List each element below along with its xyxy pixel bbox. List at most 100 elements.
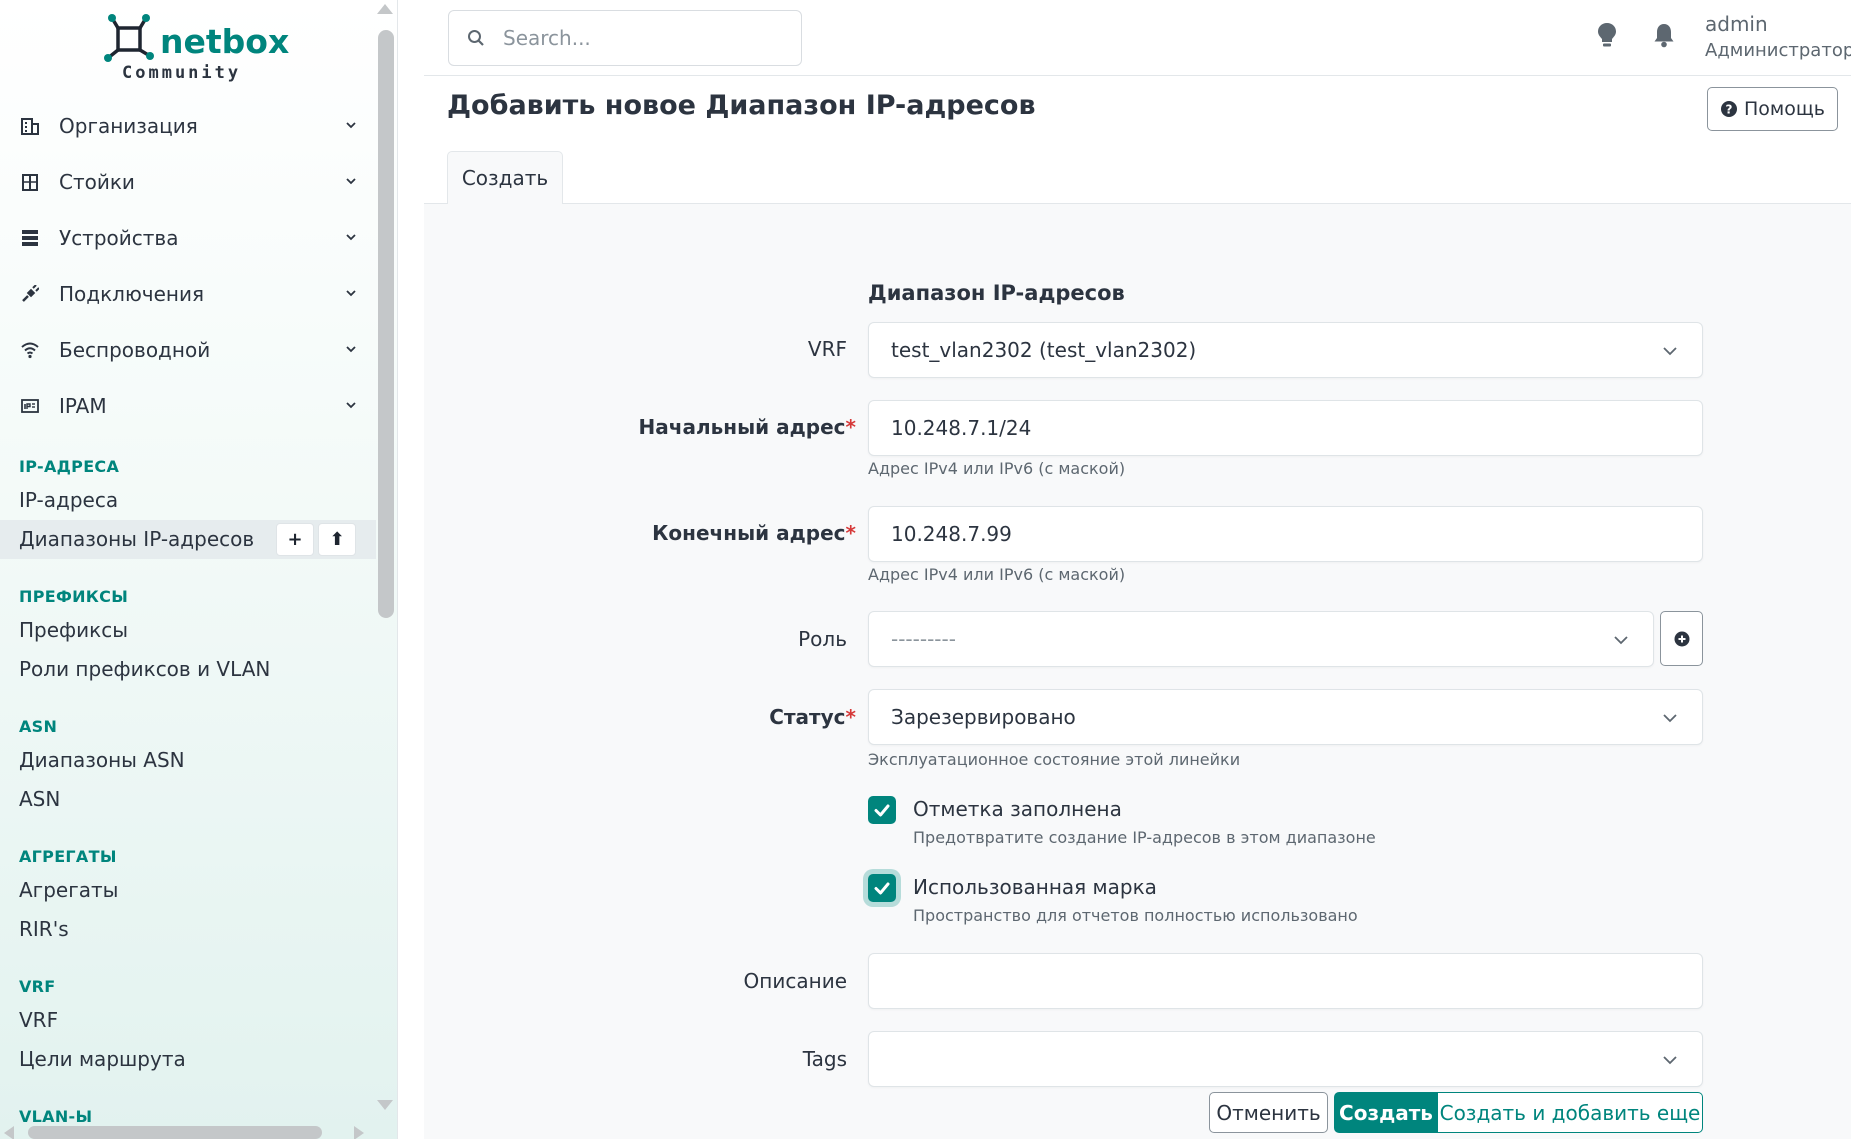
vrf-selected-value: test_vlan2302 (test_vlan2302) (891, 338, 1197, 362)
chevron-down-icon (1663, 1056, 1677, 1065)
wifi-icon (19, 339, 41, 361)
search-input[interactable] (503, 26, 783, 50)
section-title: IP-АДРЕСА (19, 457, 120, 476)
chevron-down-icon (1663, 714, 1677, 723)
menu-item-connections[interactable]: Подключения (0, 266, 376, 322)
required-mark: * (845, 521, 856, 545)
sidebar-link-route-targets[interactable]: Цели маршрута (0, 1040, 376, 1079)
required-mark: * (845, 705, 856, 729)
status-selected-value: Зарезервировано (891, 705, 1076, 729)
menu-item-organization[interactable]: Организация (0, 98, 376, 154)
end-address-input[interactable]: 10.248.7.99 (868, 506, 1703, 562)
checkmark-icon (874, 882, 890, 895)
main-menu: Организация Стойки Устройства Подключени… (0, 98, 376, 434)
status-label: Статус* (769, 705, 856, 729)
sidebar-link-label: Диапазоны IP-адресов (19, 527, 255, 551)
mark-utilized-hint: Пространство для отчетов полностью испол… (913, 906, 1358, 925)
brand-name: netbox (160, 22, 290, 61)
section-vrf: VRF VRF Цели маршрута (0, 973, 376, 1079)
plug-icon (19, 283, 41, 305)
menu-item-label: Организация (59, 114, 198, 138)
end-address-label: Конечный адрес* (652, 521, 856, 545)
menu-item-wireless[interactable]: Беспроводной (0, 322, 376, 378)
role-select[interactable]: --------- (868, 611, 1654, 667)
chevron-down-icon (346, 346, 356, 353)
user-name[interactable]: admin (1705, 12, 1768, 36)
add-ip-range-button[interactable]: + (276, 523, 314, 556)
chevron-down-icon (346, 178, 356, 185)
menu-item-label: Беспроводной (59, 338, 211, 362)
scroll-up-arrow[interactable] (377, 4, 393, 14)
cancel-button[interactable]: Отменить (1209, 1092, 1328, 1133)
tags-select[interactable] (868, 1031, 1703, 1087)
menu-item-label: Стойки (59, 170, 135, 194)
scroll-right-arrow[interactable] (354, 1126, 364, 1139)
end-address-hint: Адрес IPv4 или IPv6 (с маской) (868, 565, 1126, 584)
chevron-down-icon (1614, 636, 1628, 645)
chevron-down-icon (1663, 347, 1677, 356)
brand-edition: Community (122, 63, 242, 83)
section-title: АГРЕГАТЫ (19, 847, 117, 866)
bell-icon[interactable] (1653, 22, 1675, 48)
menu-item-ipam[interactable]: IPAM (0, 378, 376, 434)
checkmark-icon (874, 804, 890, 817)
mark-populated-label[interactable]: Отметка заполнена (913, 797, 1122, 821)
sidebar-link-ip-addresses[interactable]: IP-адреса (0, 481, 376, 520)
section-aggregates: АГРЕГАТЫ Агрегаты RIR's (0, 843, 376, 949)
mark-utilized-label[interactable]: Использованная марка (913, 875, 1157, 899)
sidebar-link-vrf[interactable]: VRF (0, 1001, 376, 1040)
page-title: Добавить новое Диапазон IP-адресов (447, 90, 1036, 121)
sidebar-link-aggregates[interactable]: Агрегаты (0, 871, 376, 910)
help-button[interactable]: ? Помощь (1707, 87, 1838, 131)
start-address-input[interactable]: 10.248.7.1/24 (868, 400, 1703, 456)
add-role-button[interactable] (1660, 611, 1703, 666)
chevron-up-icon (346, 402, 356, 409)
sidebar-vertical-scrollbar[interactable] (378, 30, 394, 618)
scroll-left-arrow[interactable] (4, 1126, 14, 1139)
sidebar-horizontal-scrollbar[interactable] (28, 1126, 322, 1139)
end-address-value: 10.248.7.99 (891, 522, 1012, 546)
description-input[interactable] (868, 953, 1703, 1009)
sidebar-link-prefixes[interactable]: Префиксы (0, 611, 376, 650)
sidebar-link-rirs[interactable]: RIR's (0, 910, 376, 949)
sidebar-link-asn-ranges[interactable]: Диапазоны ASN (0, 741, 376, 780)
status-label-text: Статус (769, 705, 846, 729)
tab-create[interactable]: Создать (447, 151, 563, 205)
question-circle-icon: ? (1721, 101, 1738, 117)
rack-icon (19, 171, 41, 193)
start-address-label-text: Начальный адрес (638, 415, 846, 439)
section-ip-addresses: IP-АДРЕСА IP-адреса Диапазоны IP-адресов… (0, 453, 376, 559)
role-selected-value: --------- (891, 627, 956, 651)
section-asn: ASN Диапазоны ASN ASN (0, 713, 376, 819)
lightbulb-icon[interactable] (1597, 22, 1617, 48)
netbox-logo[interactable]: netbox Community (104, 14, 289, 84)
create-and-add-another-button[interactable]: Создать и добавить еще (1438, 1092, 1703, 1133)
sidebar-link-prefix-vlan-roles[interactable]: Роли префиксов и VLAN (0, 650, 376, 689)
end-address-label-text: Конечный адрес (652, 521, 846, 545)
form-section-title: Диапазон IP-адресов (868, 281, 1125, 305)
import-ip-range-button[interactable]: ⬆ (318, 523, 356, 556)
menu-item-racks[interactable]: Стойки (0, 154, 376, 210)
menu-item-devices[interactable]: Устройства (0, 210, 376, 266)
vrf-label: VRF (807, 337, 847, 361)
search-icon (468, 30, 484, 46)
sidebar-link-ip-ranges[interactable]: Диапазоны IP-адресов + ⬆ (0, 520, 376, 559)
mark-populated-hint: Предотвратите создание IP-адресов в этом… (913, 828, 1376, 847)
role-label: Роль (798, 627, 847, 651)
chevron-down-icon (346, 290, 356, 297)
description-label: Описание (743, 969, 847, 993)
scroll-down-arrow[interactable] (377, 1100, 393, 1110)
chevron-down-icon (346, 234, 356, 241)
vrf-select[interactable]: test_vlan2302 (test_vlan2302) (868, 322, 1703, 378)
section-title: VRF (19, 977, 56, 996)
required-mark: * (845, 415, 856, 439)
top-bar: admin Администратор (424, 0, 1851, 76)
status-select[interactable]: Зарезервировано (868, 689, 1703, 745)
mark-utilized-checkbox[interactable] (868, 874, 896, 902)
create-button[interactable]: Создать (1334, 1092, 1438, 1133)
sidebar-link-asn[interactable]: ASN (0, 780, 376, 819)
mark-populated-checkbox[interactable] (868, 796, 896, 824)
menu-item-label: Устройства (59, 226, 179, 250)
search-box[interactable] (448, 10, 802, 66)
ipam-icon (19, 395, 41, 417)
